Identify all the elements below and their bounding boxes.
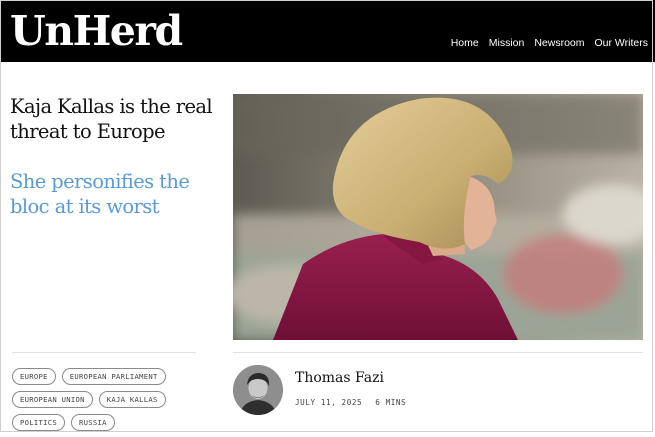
tag-european-parliament[interactable]: EUROPEAN PARLIAMENT bbox=[61, 368, 166, 385]
tag-row: POLITICS RUSSIA bbox=[12, 414, 212, 431]
nav-newsroom[interactable]: Newsroom bbox=[534, 37, 584, 49]
article-meta: JULY 11, 2025 6 MINS bbox=[295, 398, 406, 407]
author-name[interactable]: Thomas Fazi bbox=[295, 370, 384, 386]
author-avatar[interactable] bbox=[233, 365, 283, 415]
nav-our-writers[interactable]: Our Writers bbox=[595, 37, 648, 49]
tag-politics[interactable]: POLITICS bbox=[12, 414, 66, 431]
publish-date: JULY 11, 2025 bbox=[295, 398, 363, 407]
site-header: UnHerd Home Mission Newsroom Our Writers bbox=[0, 0, 655, 62]
hero-photo-illustration bbox=[233, 94, 643, 340]
article-hero-image bbox=[233, 94, 643, 340]
unherd-logo[interactable]: UnHerd bbox=[10, 6, 183, 56]
divider-left bbox=[12, 352, 196, 353]
tag-kaja-kallas[interactable]: KAJA KALLAS bbox=[98, 391, 166, 408]
nav-mission[interactable]: Mission bbox=[489, 37, 525, 49]
article-subtitle: She personifies the bloc at its worst bbox=[10, 170, 190, 218]
top-nav: Home Mission Newsroom Our Writers bbox=[451, 37, 648, 49]
divider-right bbox=[233, 352, 643, 353]
tag-europe[interactable]: EUROPE bbox=[12, 368, 56, 385]
tag-european-union[interactable]: EUROPEAN UNION bbox=[12, 391, 93, 408]
tag-russia[interactable]: RUSSIA bbox=[71, 414, 115, 431]
tag-row: EUROPE EUROPEAN PARLIAMENT bbox=[12, 368, 212, 385]
article-title: Kaja Kallas is the real threat to Europe bbox=[10, 95, 213, 143]
read-time: 6 MINS bbox=[375, 398, 407, 407]
author-portrait bbox=[233, 365, 283, 415]
tag-list: EUROPE EUROPEAN PARLIAMENT EUROPEAN UNIO… bbox=[12, 368, 212, 437]
nav-home[interactable]: Home bbox=[451, 37, 479, 49]
tag-row: EUROPEAN UNION KAJA KALLAS bbox=[12, 391, 212, 408]
